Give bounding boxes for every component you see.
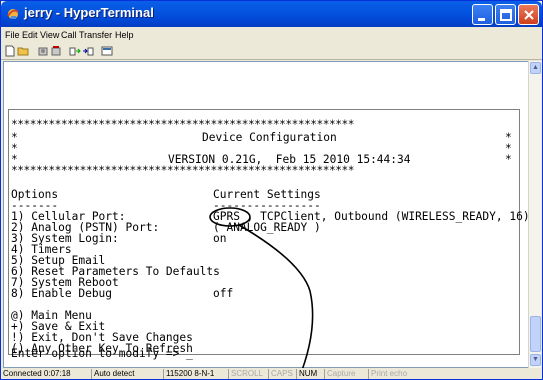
- receive-icon[interactable]: [82, 45, 94, 57]
- status-print-echo: Print echo: [368, 369, 428, 379]
- setting-analog-port: ( ANALOG_READY ): [213, 221, 321, 234]
- new-icon[interactable]: [4, 45, 16, 57]
- menu-help[interactable]: Help: [115, 30, 134, 40]
- scroll-up-icon[interactable]: ▲: [530, 62, 541, 74]
- menu-bar: File Edit View Call Transfer Help: [1, 27, 542, 43]
- star-border-right-3: *: [505, 153, 512, 166]
- window-title: jerry - HyperTerminal: [24, 5, 154, 20]
- properties-icon[interactable]: [101, 45, 113, 57]
- status-num: NUM: [296, 369, 322, 379]
- menu-call[interactable]: Call: [61, 30, 77, 40]
- star-border-top: ****************************************…: [11, 118, 354, 131]
- title-bar[interactable]: jerry - HyperTerminal: [1, 1, 542, 27]
- close-button[interactable]: [518, 4, 539, 25]
- disconnect-icon[interactable]: [50, 45, 62, 57]
- maximize-icon: [500, 9, 512, 21]
- vertical-scrollbar[interactable]: ▲ ▼: [528, 61, 541, 368]
- status-port: 115200 8-N-1: [163, 369, 226, 379]
- status-detect: Auto detect: [91, 369, 161, 379]
- header-title: Device Configuration: [202, 131, 337, 144]
- status-bar: Connected 0:07:18 Auto detect 115200 8-N…: [1, 368, 542, 379]
- send-icon[interactable]: [69, 45, 81, 57]
- menu-file[interactable]: File: [5, 30, 20, 40]
- menu-transfer[interactable]: Transfer: [79, 30, 112, 40]
- setting-system-login: on: [213, 232, 227, 245]
- menu-edit[interactable]: Edit: [22, 30, 38, 40]
- scroll-thumb[interactable]: [530, 316, 541, 352]
- minimize-icon: [478, 18, 485, 21]
- status-capture: Capture: [324, 369, 366, 379]
- status-caps: CAPS: [268, 369, 294, 379]
- status-scroll: SCROLL: [228, 369, 266, 379]
- terminal-screen[interactable]: ****************************************…: [8, 109, 530, 355]
- star-border-bottom: ****************************************…: [11, 164, 354, 177]
- phone-icon[interactable]: [37, 45, 49, 57]
- close-icon: [524, 10, 534, 20]
- open-icon[interactable]: [17, 45, 29, 57]
- command-prompt[interactable]: Enter option to modify => _: [11, 348, 193, 359]
- status-connected: Connected 0:07:18: [3, 369, 71, 378]
- scroll-down-icon[interactable]: ▼: [530, 354, 541, 366]
- hyperterminal-app-icon: [7, 9, 19, 19]
- menu-view[interactable]: View: [40, 30, 59, 40]
- option-enable-debug: 8) Enable Debug: [11, 287, 113, 300]
- maximize-button[interactable]: [495, 4, 516, 25]
- setting-enable-debug: off: [213, 287, 234, 300]
- toolbar: [1, 43, 542, 60]
- minimize-button[interactable]: [472, 4, 493, 25]
- hyperterminal-window: jerry - HyperTerminal File Edit View Cal…: [0, 0, 543, 380]
